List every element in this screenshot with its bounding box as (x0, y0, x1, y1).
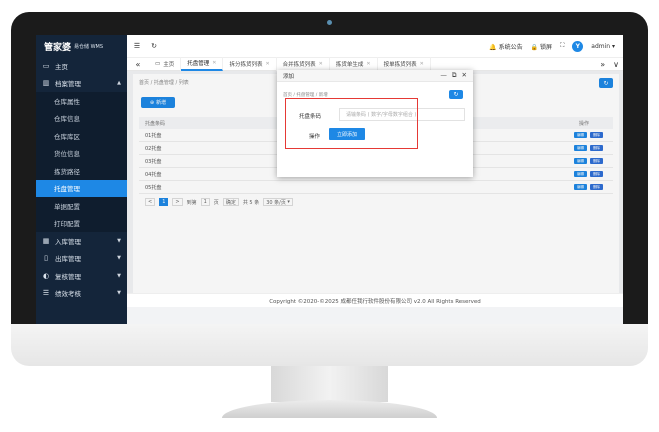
user-menu[interactable]: admin ▾ (591, 43, 615, 50)
menu-icon[interactable]: ☰ (130, 42, 144, 50)
chevron-down-icon: ▼ (117, 290, 121, 297)
chevron-up-icon: ▲ (117, 80, 121, 87)
avatar[interactable]: Y (572, 40, 584, 52)
brand-logo: 管家婆 易仓储 WMS (36, 35, 127, 57)
circle-icon: ◐ (42, 271, 50, 280)
brand-name: 管家婆 (44, 42, 72, 53)
grid-icon: ▦ (42, 236, 50, 245)
tab-merge-picking[interactable]: 合并拣货列表 ✕ (277, 57, 330, 71)
footer: Copyright ©2020-©2025 成都任我行软件股份有限公司 v2.0… (127, 293, 623, 307)
books-icon: ▥ (42, 79, 50, 88)
sidebar-item-label: 入库管理 (55, 237, 81, 246)
sidebar-sub-item[interactable]: 拣货路径 (36, 162, 127, 180)
tab-label: 托盘管理 (187, 61, 210, 67)
lock-label: 锁屏 (540, 43, 553, 51)
sidebar-item-label: 复核管理 (55, 272, 81, 281)
close-icon[interactable]: ✕ (366, 61, 370, 67)
refresh-icon[interactable]: ↻ (147, 42, 161, 50)
webcam-icon (327, 20, 332, 25)
sidebar-item-performance[interactable]: ☰ 绩效考核 ▼ (36, 285, 127, 303)
top-bar: ☰ ↻ 🔔 系统公告 🔒 锁屏 ⛶ Y admin ▾ (127, 35, 623, 57)
sidebar-sub-item-active[interactable]: 托盘管理 (36, 179, 127, 197)
dialog-controls: — ⧉ ✕ (440, 71, 467, 80)
dialog-title: 添加 (283, 73, 295, 80)
sidebar-sub-item[interactable]: 单据配置 (36, 197, 127, 215)
sidebar-sub-item[interactable]: 仓库信息 (36, 109, 127, 127)
screen: 管家婆 易仓储 WMS ▭ 主页 ▥ 档案管理 ▲ 仓库属性 仓库信息 仓库库区… (36, 35, 623, 324)
tab-pallet[interactable]: 托盘管理 ✕ (181, 57, 224, 71)
sidebar-sub-item[interactable]: 仓库属性 (36, 92, 127, 110)
sidebar-sub-item[interactable]: 货位信息 (36, 144, 127, 162)
chevron-down-icon: ▼ (117, 255, 121, 262)
lock-screen-link[interactable]: 🔒 锁屏 (531, 42, 552, 51)
tabs-scroll-left-icon[interactable]: « (127, 60, 149, 69)
monitor-icon: ▭ (42, 61, 50, 70)
fullscreen-icon[interactable]: ⛶ (560, 42, 564, 50)
chevron-down-icon: ▼ (117, 272, 121, 279)
monitor-chin (11, 324, 648, 366)
announcement-label: 系统公告 (498, 43, 523, 51)
tab-split-picking[interactable]: 拆分拣货列表 ✕ (223, 57, 277, 71)
sidebar-sub-item[interactable]: 打印配置 (36, 214, 127, 232)
monitor-stand-base (222, 400, 437, 418)
top-bar-right: 🔔 系统公告 🔒 锁屏 ⛶ Y admin ▾ (489, 35, 615, 57)
sidebar-item-outbound[interactable]: ▯ 出库管理 ▼ (36, 250, 127, 268)
close-icon[interactable]: ✕ (420, 61, 424, 67)
tab-label: 按单拣货列表 (383, 62, 417, 68)
tabs-bar: « ▭ 主页 托盘管理 ✕ 拆分拣货列表 ✕ 合并拣货列表 ✕ 拣货单生成 ✕ … (127, 57, 623, 71)
sidebar-item-label: 档案管理 (55, 80, 81, 89)
monitor-icon: ▭ (155, 61, 161, 67)
tabs-controls: » ∨ (600, 60, 619, 69)
maximize-icon[interactable]: ⧉ (452, 71, 457, 80)
dialog-header: 添加 — ⧉ ✕ (277, 70, 473, 82)
sidebar-item-label: 绩效考核 (55, 290, 81, 299)
sidebar-item-review[interactable]: ◐ 复核管理 ▼ (36, 267, 127, 285)
sidebar-sub-item[interactable]: 仓库库区 (36, 127, 127, 145)
bars-icon: ▯ (44, 254, 48, 263)
tab-label: 拣货单生成 (335, 62, 364, 68)
sidebar-item-inbound[interactable]: ▦ 入库管理 ▼ (36, 232, 127, 250)
chevron-down-icon[interactable]: ∨ (613, 60, 619, 69)
list-icon: ☰ (42, 289, 50, 298)
dialog-refresh-button[interactable]: ↻ (449, 90, 463, 99)
close-icon[interactable]: ✕ (265, 61, 269, 67)
tabs-scroll-right-icon[interactable]: » (600, 60, 605, 69)
highlight-box (285, 98, 418, 149)
close-icon[interactable]: ✕ (462, 71, 467, 80)
sidebar-item-label: 出库管理 (55, 255, 81, 264)
tab-order-picking[interactable]: 按单拣货列表 ✕ (378, 57, 431, 71)
brand-subtitle: 易仓储 WMS (74, 43, 104, 50)
tab-label: 主页 (163, 62, 175, 68)
close-icon[interactable]: ✕ (319, 61, 323, 67)
tab-home[interactable]: ▭ 主页 (149, 57, 182, 71)
chevron-down-icon: ▼ (117, 237, 121, 244)
tab-pick-generate[interactable]: 拣货单生成 ✕ (330, 57, 378, 71)
monitor-stand-neck (271, 366, 388, 402)
close-icon[interactable]: ✕ (212, 60, 216, 66)
minimize-icon[interactable]: — (440, 71, 447, 80)
sidebar-item-archive[interactable]: ▥ 档案管理 ▲ (36, 75, 127, 93)
sidebar-item-home[interactable]: ▭ 主页 (36, 57, 127, 75)
announcement-link[interactable]: 🔔 系统公告 (489, 42, 522, 51)
sidebar-item-label: 主页 (55, 62, 68, 71)
sidebar: 管家婆 易仓储 WMS ▭ 主页 ▥ 档案管理 ▲ 仓库属性 仓库信息 仓库库区… (36, 35, 127, 324)
tab-label: 拆分拣货列表 (229, 62, 263, 68)
user-name: admin (591, 42, 611, 50)
tab-label: 合并拣货列表 (282, 62, 316, 68)
